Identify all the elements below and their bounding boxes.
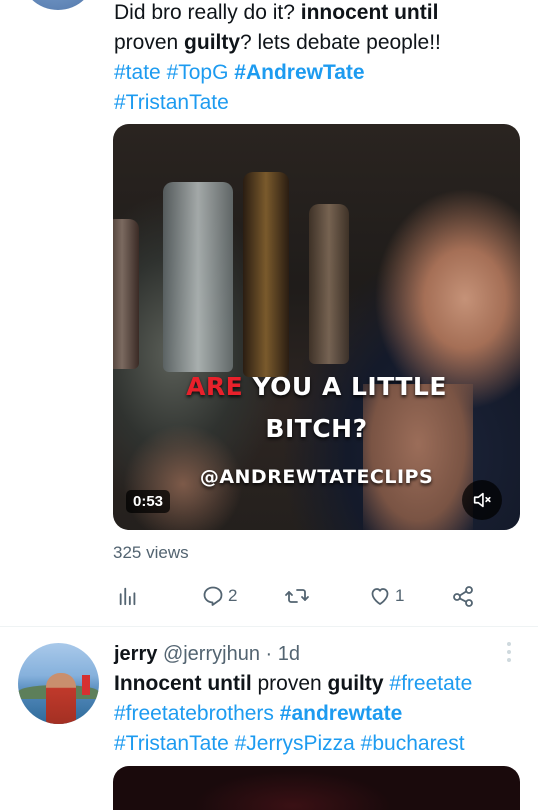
hashtag-link[interactable]: #bucharest [361,732,465,755]
video-duration-badge: 0:53 [126,490,171,513]
tweet-video[interactable] [113,766,520,810]
user-handle[interactable]: @jerryjhun [163,643,260,665]
analytics-button[interactable] [117,580,139,612]
author-avatar[interactable] [20,0,96,10]
tweet-text: Innocent until proven guilty #freetate #… [114,672,473,755]
video-caption: BITCH? [265,414,368,443]
hashtag-link[interactable]: #TristanTate [114,732,229,755]
like-button[interactable]: 1 [368,580,404,612]
hashtag-link[interactable]: #tate [114,61,161,84]
tweet-header: jerry @jerryjhun · 1d [114,640,300,668]
video-watermark: @ANDREWTATECLIPS [199,466,434,488]
mute-button[interactable] [462,480,502,520]
analytics-icon [119,587,136,606]
header-separator: · [259,643,278,665]
video-frame-detail [243,172,289,377]
retweet-icon [285,589,309,603]
video-frame-detail [163,182,233,372]
video-frame-detail [309,204,349,364]
avatar-detail [46,673,76,724]
tweet-video[interactable]: ARE YOU A LITTLE BITCH? @ANDREWTATECLIPS… [113,124,520,530]
hashtag-link[interactable]: #freetate [389,672,472,695]
author-avatar[interactable] [18,643,99,724]
video-frame-detail [113,219,139,369]
retweet-button[interactable] [284,580,313,612]
tweet-timestamp[interactable]: 1d [278,643,300,665]
more-dot [507,650,511,654]
hashtag-link[interactable]: #TopG [167,61,229,84]
tweet-action-bar: 2 1 [0,580,538,612]
share-icon [453,586,473,607]
hashtag-link[interactable]: #freetatebrothers [114,702,274,725]
share-button[interactable] [451,580,475,612]
avatar-detail [82,675,90,695]
hashtag-link[interactable]: #TristanTate [114,91,229,114]
more-options-button[interactable] [506,642,512,664]
reply-icon [203,586,223,606]
reply-count: 2 [228,586,238,605]
video-caption: ARE YOU A LITTLE [186,372,447,401]
like-count: 1 [395,586,405,605]
hashtag-link[interactable]: #JerrysPizza [235,732,355,755]
more-dot [507,658,511,662]
video-frame-detail [363,384,473,530]
tweet-text: Did bro really do it? innocent until pro… [114,1,441,114]
reply-button[interactable]: 2 [201,580,237,612]
display-name[interactable]: jerry [114,643,157,665]
heart-icon [371,588,389,605]
view-count: 325 views [113,543,189,562]
hashtag-link[interactable]: #AndrewTate [234,61,364,84]
tweet-divider [0,626,538,627]
volume-muted-icon [473,492,491,508]
hashtag-link[interactable]: #andrewtate [280,702,403,725]
more-dot [507,642,511,646]
